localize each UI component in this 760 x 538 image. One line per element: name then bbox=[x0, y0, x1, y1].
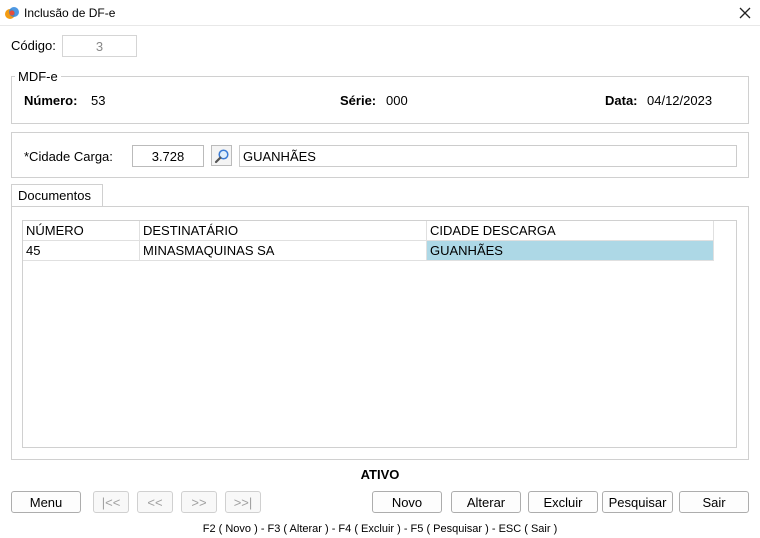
menu-button[interactable]: Menu bbox=[11, 491, 81, 513]
documentos-grid[interactable]: NÚMERO DESTINATÁRIO CIDADE DESCARGA 45 M… bbox=[22, 220, 737, 448]
magnifier-icon bbox=[214, 148, 229, 163]
title-bar: Inclusão de DF-e bbox=[0, 0, 760, 26]
cidade-carga-name-field[interactable]: GUANHÃES bbox=[239, 145, 737, 167]
excluir-button[interactable]: Excluir bbox=[528, 491, 598, 513]
cidade-carga-code-input[interactable]: 3.728 bbox=[132, 145, 204, 167]
serie-value: 000 bbox=[386, 93, 408, 108]
mdfe-legend: MDF-e bbox=[15, 69, 61, 84]
numero-label: Número: bbox=[24, 93, 78, 108]
last-record-button[interactable]: >>| bbox=[225, 491, 261, 513]
window-title: Inclusão de DF-e bbox=[24, 6, 116, 20]
tab-documentos-label: Documentos bbox=[18, 188, 91, 203]
cidade-carga-code: 3.728 bbox=[151, 148, 185, 164]
mdfe-group bbox=[11, 76, 749, 124]
cidade-carga-label: *Cidade Carga: bbox=[24, 149, 113, 164]
close-icon bbox=[739, 7, 751, 19]
numero-value: 53 bbox=[91, 93, 106, 108]
novo-button[interactable]: Novo bbox=[372, 491, 442, 513]
cell-numero[interactable]: 45 bbox=[23, 241, 140, 261]
search-cidade-button[interactable] bbox=[211, 145, 232, 166]
shortcut-hint: F2 ( Novo ) - F3 ( Alterar ) - F4 ( Excl… bbox=[202, 523, 558, 535]
data-value: 04/12/2023 bbox=[647, 93, 713, 108]
sair-button[interactable]: Sair bbox=[679, 491, 749, 513]
next-record-button[interactable]: >> bbox=[181, 491, 217, 513]
cidade-carga-name: GUANHÃES bbox=[243, 148, 316, 164]
table-row[interactable]: 45 MINASMAQUINAS SA GUANHÃES bbox=[23, 241, 714, 261]
codigo-value: 3 bbox=[95, 38, 104, 54]
first-record-button[interactable]: |<< bbox=[93, 491, 129, 513]
grid-header: NÚMERO DESTINATÁRIO CIDADE DESCARGA bbox=[23, 221, 714, 241]
column-header-cidade-descarga[interactable]: CIDADE DESCARGA bbox=[427, 221, 714, 241]
column-header-destinatario[interactable]: DESTINATÁRIO bbox=[140, 221, 427, 241]
cell-cidade-descarga[interactable]: GUANHÃES bbox=[427, 241, 714, 261]
alterar-button[interactable]: Alterar bbox=[451, 491, 521, 513]
codigo-field[interactable]: 3 bbox=[62, 35, 137, 57]
data-label: Data: bbox=[605, 93, 638, 108]
dialog-body: Código: 3 MDF-e Número: 53 Série: 000 Da… bbox=[0, 26, 760, 538]
close-button[interactable] bbox=[730, 0, 760, 26]
codigo-label: Código: bbox=[11, 38, 56, 53]
previous-record-button[interactable]: << bbox=[137, 491, 173, 513]
tab-documentos[interactable]: Documentos bbox=[11, 184, 103, 206]
status-text: ATIVO bbox=[360, 467, 400, 482]
serie-label: Série: bbox=[340, 93, 377, 108]
app-logo-icon bbox=[5, 7, 19, 19]
cell-destinatario[interactable]: MINASMAQUINAS SA bbox=[140, 241, 427, 261]
pesquisar-button[interactable]: Pesquisar bbox=[602, 491, 673, 513]
column-header-numero[interactable]: NÚMERO bbox=[23, 221, 140, 241]
